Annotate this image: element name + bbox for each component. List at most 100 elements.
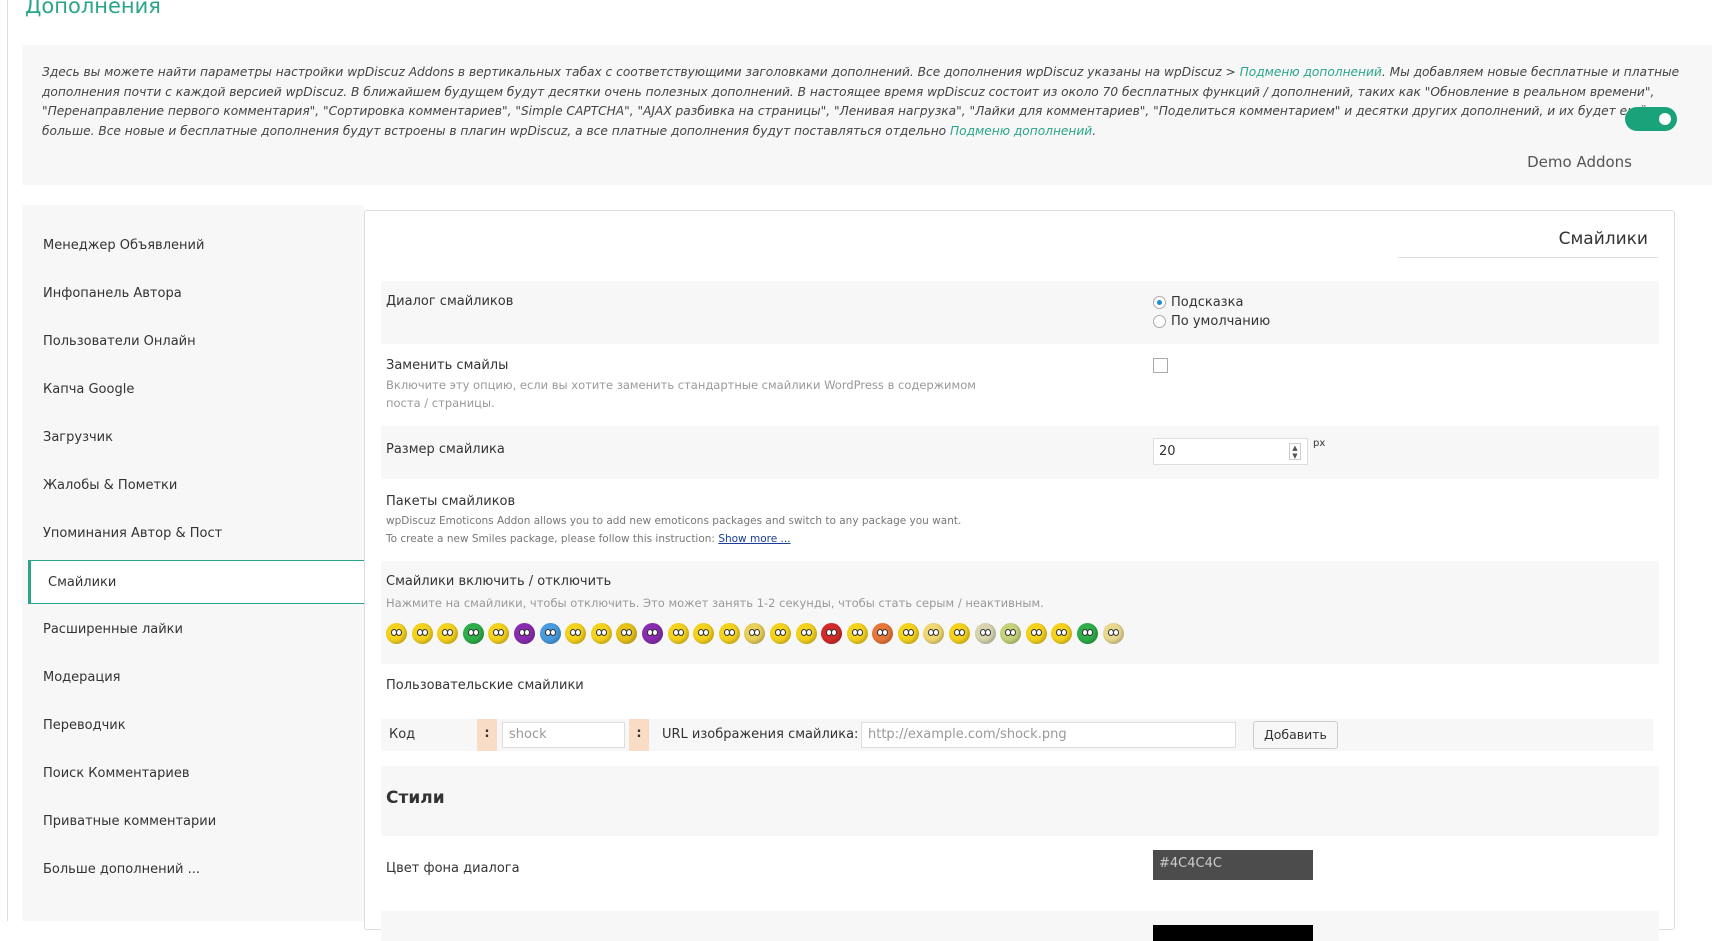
size-label: Размер смайлика: [386, 442, 505, 457]
emoticons-toggle-row: Смайлики включить / отключить Нажмите на…: [381, 561, 1659, 664]
sidebar-item[interactable]: Жалобы & Пометки: [28, 464, 364, 508]
emoticon-icon[interactable]: [1102, 623, 1124, 644]
emoticon-list: [386, 623, 1124, 644]
emoticon-icon[interactable]: [488, 623, 510, 644]
addons-sidebar: Менеджер Объявлений Инфопанель Автора Поль…: [22, 205, 364, 921]
emoticons-toggle-description: Нажмите на смайлики, чтобы отключить. Эт…: [386, 596, 1044, 610]
sidebar-item[interactable]: Больше дополнений ...: [28, 848, 364, 892]
emoticon-icon[interactable]: [1000, 623, 1022, 644]
size-unit: px: [1313, 438, 1326, 449]
colon-separator: :: [477, 719, 497, 751]
custom-smile-form: Код : shock : URL изображения смайлика: …: [381, 719, 1653, 751]
sidebar-item[interactable]: Приватные комментарии: [28, 800, 364, 844]
radio-button[interactable]: [1153, 296, 1166, 309]
next-row: [381, 911, 1659, 941]
emoticon-icon[interactable]: [795, 623, 817, 644]
demo-addons-label: Demo Addons: [1527, 153, 1632, 171]
code-label: Код: [389, 727, 416, 742]
emoticon-icon[interactable]: [949, 623, 971, 644]
radio-hint[interactable]: Подсказка: [1153, 293, 1270, 312]
emoticon-icon[interactable]: [1025, 623, 1047, 644]
emoticon-icon[interactable]: [616, 623, 638, 644]
emoticon-icon[interactable]: [821, 623, 843, 644]
size-row: Размер смайлика 20 ▲ ▼ px: [381, 426, 1659, 479]
emoticon-icon[interactable]: [769, 623, 791, 644]
code-input[interactable]: shock: [502, 722, 625, 748]
url-label: URL изображения смайлика:: [662, 727, 859, 742]
dialog-label: Диалог смайликов: [386, 294, 514, 309]
emoticon-icon[interactable]: [539, 623, 561, 644]
desc-line: wpDiscuz Emoticons Addon allows you to a…: [386, 515, 962, 527]
bg-color-input[interactable]: #4C4C4C: [1153, 850, 1313, 880]
sidebar-item[interactable]: Расширенные лайки: [28, 608, 364, 652]
demo-addons-toggle[interactable]: [1625, 107, 1677, 131]
spinner-icon[interactable]: ▲ ▼: [1289, 443, 1301, 460]
sidebar-item[interactable]: Капча Google: [28, 368, 364, 412]
size-value: 20: [1159, 444, 1176, 459]
emoticon-icon[interactable]: [513, 623, 535, 644]
packages-description: wpDiscuz Emoticons Addon allows you to a…: [386, 512, 961, 548]
emoticon-icon[interactable]: [693, 623, 715, 644]
radio-default[interactable]: По умолчанию: [1153, 312, 1270, 331]
addons-submenu-link-2[interactable]: Подменю дополнений: [950, 124, 1092, 138]
settings-panel: Смайлики Диалог смайликов Подсказка По у…: [364, 210, 1675, 941]
emoticon-icon[interactable]: [718, 623, 740, 644]
desc-line: Включите эту опцию, если вы хотите замен…: [386, 378, 976, 392]
emoticon-icon[interactable]: [1051, 623, 1073, 644]
dialog-row: Диалог смайликов Подсказка По умолчанию: [381, 281, 1659, 344]
packages-row: Пакеты смайликов wpDiscuz Emoticons Addo…: [381, 479, 1659, 561]
replace-description: Включите эту опцию, если вы хотите замен…: [386, 376, 976, 412]
emoticon-icon[interactable]: [437, 623, 459, 644]
custom-smiles-label: Пользовательские смайлики: [386, 678, 584, 693]
styles-heading-row: Стили: [381, 766, 1659, 836]
bg-color-row: Цвет фона диалога #4C4C4C: [381, 836, 1659, 911]
replace-checkbox[interactable]: [1153, 358, 1168, 373]
sidebar-item[interactable]: Загрузчик: [28, 416, 364, 460]
intro-part: .: [1092, 123, 1097, 138]
sidebar-item[interactable]: Поиск Комментариев: [28, 752, 364, 796]
emoticon-icon[interactable]: [590, 623, 612, 644]
bg-color-label: Цвет фона диалога: [386, 861, 520, 876]
frame-border: [7, 0, 8, 921]
sidebar-item[interactable]: Менеджер Объявлений: [28, 224, 364, 268]
colon-separator: :: [629, 719, 649, 751]
desc-line: поста / страницы.: [386, 396, 495, 410]
replace-label: Заменить смайлы: [386, 358, 509, 373]
emoticon-icon[interactable]: [667, 623, 689, 644]
show-more-link[interactable]: Show more ...: [718, 533, 790, 545]
sidebar-item[interactable]: Переводчик: [28, 704, 364, 748]
size-input[interactable]: 20 ▲ ▼: [1153, 438, 1308, 465]
emoticon-icon[interactable]: [462, 623, 484, 644]
url-input[interactable]: http://example.com/shock.png: [861, 722, 1236, 748]
sidebar-item[interactable]: Инфопанель Автора: [28, 272, 364, 316]
dialog-radio-group: Подсказка По умолчанию: [1153, 293, 1270, 331]
panel-title: Смайлики: [1398, 229, 1658, 258]
radio-label: По умолчанию: [1171, 314, 1271, 329]
sidebar-item[interactable]: Смайлики: [28, 560, 364, 604]
emoticon-icon[interactable]: [565, 623, 587, 644]
emoticon-icon[interactable]: [974, 623, 996, 644]
emoticon-icon[interactable]: [923, 623, 945, 644]
emoticon-icon[interactable]: [744, 623, 766, 644]
add-button[interactable]: Добавить: [1253, 721, 1338, 749]
emoticon-icon[interactable]: [897, 623, 919, 644]
intro-box: Здесь вы можете найти параметры настройк…: [22, 45, 1712, 185]
radio-label: Подсказка: [1171, 295, 1244, 310]
sidebar-item[interactable]: Модерация: [28, 656, 364, 700]
emoticon-icon[interactable]: [846, 623, 868, 644]
emoticon-icon[interactable]: [386, 623, 407, 644]
packages-label: Пакеты смайликов: [386, 494, 516, 509]
emoticon-icon[interactable]: [1077, 623, 1099, 644]
color-input[interactable]: [1153, 925, 1313, 941]
replace-row: Заменить смайлы Включите эту опцию, если…: [381, 344, 1659, 426]
emoticon-icon[interactable]: [411, 623, 433, 644]
emoticon-icon[interactable]: [872, 623, 894, 644]
desc-line: To create a new Smiles package, please f…: [386, 533, 719, 545]
emoticon-icon[interactable]: [641, 623, 663, 644]
styles-heading: Стили: [386, 788, 445, 808]
sidebar-item[interactable]: Пользователи Онлайн: [28, 320, 364, 364]
addons-submenu-link[interactable]: Подменю дополнений: [1240, 65, 1382, 79]
sidebar-item[interactable]: Упоминания Автор & Пост: [28, 512, 364, 556]
intro-part: Здесь вы можете найти параметры настройк…: [42, 65, 1240, 79]
radio-button[interactable]: [1153, 315, 1166, 328]
